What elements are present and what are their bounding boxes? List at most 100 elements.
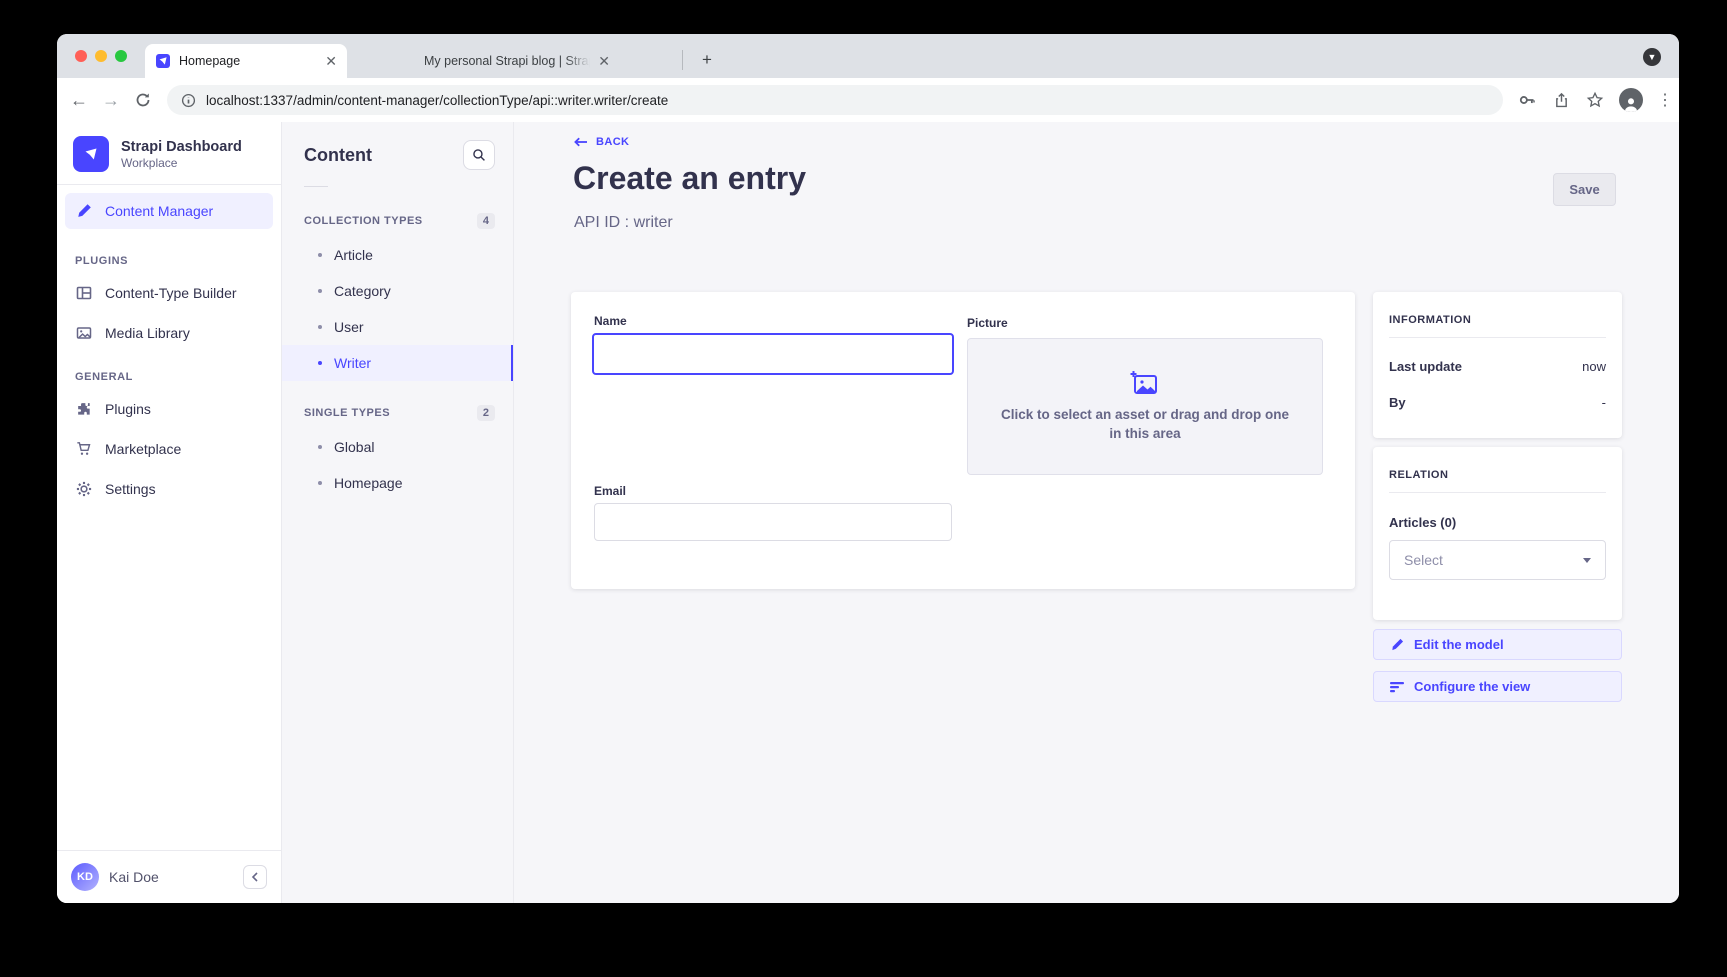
address-bar[interactable]: localhost:1337/admin/content-manager/col…: [167, 85, 1503, 115]
tab-strip: Homepage ✕ My personal Strapi blog | Str…: [57, 34, 1679, 78]
back-link[interactable]: BACK: [574, 136, 629, 148]
blog-favicon-icon: [400, 53, 416, 69]
articles-select[interactable]: Select: [1389, 540, 1606, 580]
configure-view-button[interactable]: Configure the view: [1373, 671, 1622, 702]
picture-upload-zone[interactable]: Click to select an asset or drag and dro…: [967, 338, 1323, 475]
browser-profile-avatar[interactable]: [1619, 88, 1643, 112]
information-panel: INFORMATION Last update now By -: [1373, 292, 1622, 438]
bullet-icon: [318, 361, 322, 365]
sidebar-item-content-type-builder[interactable]: Content-Type Builder: [57, 273, 281, 313]
close-window-button[interactable]: [75, 50, 87, 62]
subnav-item-global[interactable]: Global: [282, 429, 513, 465]
main-content: BACK Create an entry API ID : writer Sav…: [514, 122, 1679, 903]
subnav-item-label: Category: [334, 283, 391, 299]
sidebar-section-general: GENERAL: [57, 353, 281, 389]
collapse-sidebar-button[interactable]: [243, 865, 267, 889]
subnav-item-article[interactable]: Article: [282, 237, 513, 273]
tab-search-button[interactable]: ▼: [1643, 48, 1661, 66]
email-input[interactable]: [594, 503, 952, 541]
sidebar-footer: KD Kai Doe: [57, 850, 281, 903]
sidebar-item-label: Media Library: [105, 325, 190, 341]
sidebar-item-label: Content-Type Builder: [105, 285, 237, 301]
forward-icon[interactable]: →: [99, 88, 123, 112]
sidebar-item-label: Content Manager: [105, 203, 213, 219]
save-button[interactable]: Save: [1553, 173, 1616, 206]
reload-icon[interactable]: [131, 88, 155, 112]
relation-title: RELATION: [1389, 447, 1606, 481]
information-title: INFORMATION: [1389, 292, 1606, 326]
back-arrow-icon: [574, 137, 588, 147]
share-icon[interactable]: [1551, 90, 1571, 110]
info-value: -: [1602, 395, 1606, 410]
content-subnav: Content COLLECTION TYPES 4 Article Cate: [282, 122, 514, 903]
relation-panel: RELATION Articles (0) Select: [1373, 447, 1622, 620]
bullet-icon: [318, 289, 322, 293]
subnav-item-writer[interactable]: Writer: [282, 345, 513, 381]
sidebar-item-label: Marketplace: [105, 441, 181, 457]
minimize-window-button[interactable]: [95, 50, 107, 62]
sidebar-divider: [57, 184, 281, 185]
api-id-subtitle: API ID : writer: [574, 214, 673, 232]
subnav-item-label: Article: [334, 247, 373, 263]
user-avatar[interactable]: KD: [71, 863, 99, 891]
select-value: Select: [1404, 552, 1443, 568]
subnav-item-category[interactable]: Category: [282, 273, 513, 309]
picture-field-label: Picture: [967, 316, 1008, 330]
zoom-window-button[interactable]: [115, 50, 127, 62]
group-single-types: SINGLE TYPES 2: [282, 393, 513, 429]
tab-title: Homepage: [179, 54, 317, 68]
toolbar-actions: ⋮: [1517, 88, 1673, 112]
info-label: Last update: [1389, 359, 1462, 374]
configure-view-label: Configure the view: [1414, 679, 1530, 694]
subnav-title: Content: [304, 145, 372, 166]
group-label: SINGLE TYPES: [304, 407, 390, 419]
entry-form-card: Name Picture Click to select an asset or…: [571, 292, 1355, 589]
subnav-item-label: Global: [334, 439, 374, 455]
name-input[interactable]: [592, 333, 954, 375]
strapi-logo: [73, 136, 109, 172]
main-sidebar: Strapi Dashboard Workplace Content Manag…: [57, 122, 282, 903]
app-name: Strapi Dashboard: [121, 138, 242, 156]
tab-close-icon[interactable]: ✕: [325, 53, 337, 70]
tab-strapi-blog[interactable]: My personal Strapi blog | Strap ✕: [390, 44, 620, 78]
layout-icon: [75, 284, 93, 302]
password-key-icon[interactable]: [1517, 90, 1537, 110]
info-value: now: [1582, 359, 1606, 374]
bookmark-star-icon[interactable]: [1585, 90, 1605, 110]
sidebar-item-label: Plugins: [105, 401, 151, 417]
bullet-icon: [318, 253, 322, 257]
strapi-admin-app: Strapi Dashboard Workplace Content Manag…: [57, 122, 1679, 903]
window-controls: [75, 50, 127, 62]
tab-close-icon[interactable]: ✕: [598, 53, 610, 70]
sidebar-item-settings[interactable]: Settings: [57, 469, 281, 509]
configure-lines-icon: [1390, 680, 1404, 694]
chevron-down-icon: [1583, 558, 1591, 563]
workspace-switcher[interactable]: Strapi Dashboard Workplace: [57, 122, 281, 184]
browser-menu-icon[interactable]: ⋮: [1657, 90, 1673, 110]
group-count-badge: 4: [477, 213, 495, 229]
sidebar-item-media-library[interactable]: Media Library: [57, 313, 281, 353]
group-collection-types: COLLECTION TYPES 4: [282, 201, 513, 237]
articles-relation-label: Articles (0): [1389, 515, 1606, 530]
new-tab-button[interactable]: +: [694, 47, 720, 73]
sidebar-item-marketplace[interactable]: Marketplace: [57, 429, 281, 469]
bullet-icon: [318, 481, 322, 485]
edit-model-button[interactable]: Edit the model: [1373, 629, 1622, 660]
name-field-label: Name: [594, 314, 627, 328]
sidebar-section-plugins: PLUGINS: [57, 237, 281, 273]
sidebar-item-plugins[interactable]: Plugins: [57, 389, 281, 429]
browser-toolbar: ← → localhost:1337/admin/content-manager…: [57, 78, 1679, 122]
sidebar-item-content-manager[interactable]: Content Manager: [65, 193, 273, 229]
search-button[interactable]: [463, 140, 495, 170]
site-info-icon[interactable]: [181, 93, 196, 108]
subnav-divider: [304, 186, 328, 187]
subnav-item-label: Homepage: [334, 475, 403, 491]
puzzle-icon: [75, 400, 93, 418]
subnav-item-user[interactable]: User: [282, 309, 513, 345]
info-label: By: [1389, 395, 1406, 410]
sidebar-item-label: Settings: [105, 481, 156, 497]
back-icon[interactable]: ←: [67, 88, 91, 112]
subnav-item-homepage[interactable]: Homepage: [282, 465, 513, 501]
screenshot: Homepage ✕ My personal Strapi blog | Str…: [0, 0, 1727, 977]
tab-homepage[interactable]: Homepage ✕: [145, 44, 347, 78]
